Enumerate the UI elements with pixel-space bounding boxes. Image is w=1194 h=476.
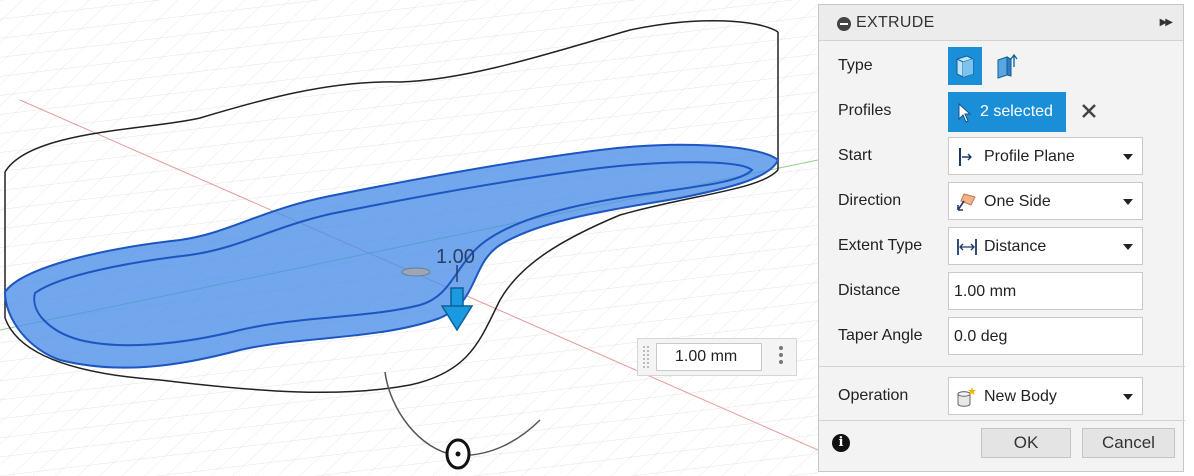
taper-angle-value: 0.0 deg (954, 328, 1008, 345)
start-row: Start Profile Plane (819, 136, 1185, 176)
type-label: Type (838, 57, 873, 74)
operation-value: New Body (984, 388, 1057, 405)
operation-row: Operation New Body (819, 376, 1185, 416)
extent-type-label: Extent Type (838, 237, 923, 254)
operation-label: Operation (838, 387, 909, 404)
type-thin-button[interactable] (989, 47, 1023, 85)
direction-value: One Side (984, 193, 1051, 210)
extent-type-value: Distance (984, 238, 1047, 255)
direction-dropdown[interactable]: One Side (948, 182, 1143, 220)
taper-angle-label: Taper Angle (838, 327, 923, 344)
distance-inline-input[interactable]: 1.00 mm (656, 343, 762, 371)
distance-input[interactable]: 1.00 mm (948, 272, 1143, 310)
chevron-down-icon (1123, 154, 1133, 160)
one-side-icon (957, 193, 976, 211)
collapse-icon[interactable] (837, 17, 851, 31)
more-options-icon[interactable] (770, 343, 792, 371)
start-label: Start (838, 147, 872, 164)
distance-label: Distance (838, 282, 901, 299)
extrude-dialog: EXTRUDE ▶▶ Type Profiles 2 selected Star… (818, 4, 1185, 472)
taper-handle[interactable] (445, 438, 471, 470)
cancel-button[interactable]: Cancel (1082, 428, 1175, 458)
direction-row: Direction One Side (819, 181, 1185, 221)
scene-canvas[interactable]: 1.00 (0, 0, 818, 476)
distance-icon (957, 239, 977, 255)
info-icon[interactable]: i (832, 434, 850, 452)
chevron-down-icon (1123, 244, 1133, 250)
dialog-footer: i OK Cancel (819, 419, 1183, 471)
3d-viewport[interactable]: 1.00 1.00 mm (0, 0, 818, 476)
expand-icon[interactable]: ▶▶ (1160, 17, 1173, 28)
drag-grip[interactable] (642, 345, 650, 369)
solid-extrude-icon (956, 55, 974, 78)
new-body-icon (957, 387, 976, 407)
dimension-label: 1.00 (436, 246, 475, 268)
dialog-header: EXTRUDE ▶▶ (819, 5, 1183, 41)
start-dropdown[interactable]: Profile Plane (948, 137, 1143, 175)
extent-type-dropdown[interactable]: Distance (948, 227, 1143, 265)
origin-marker (401, 267, 431, 277)
distance-manipulator-box: 1.00 mm (637, 338, 797, 376)
profiles-row: Profiles 2 selected (819, 91, 1185, 132)
dialog-title: EXTRUDE (856, 14, 935, 31)
distance-row: Distance 1.00 mm (819, 271, 1185, 311)
direction-label: Direction (838, 192, 902, 209)
profiles-selection-button[interactable]: 2 selected (948, 92, 1066, 132)
thin-extrude-icon (997, 53, 1018, 79)
clear-selection-icon[interactable] (1078, 100, 1100, 122)
section-divider (819, 366, 1185, 367)
type-row: Type (819, 46, 1185, 86)
cursor-arrow-icon (958, 102, 972, 123)
extent-type-row: Extent Type Distance (819, 226, 1185, 266)
ok-button[interactable]: OK (981, 428, 1071, 458)
distance-value: 1.00 mm (954, 283, 1017, 300)
chevron-down-icon (1123, 394, 1133, 400)
taper-angle-input[interactable]: 0.0 deg (948, 317, 1143, 355)
operation-dropdown[interactable]: New Body (948, 377, 1143, 415)
taper-angle-row: Taper Angle 0.0 deg (819, 316, 1185, 356)
type-solid-button[interactable] (948, 47, 982, 85)
profiles-selected-count: 2 selected (980, 103, 1053, 120)
start-value: Profile Plane (984, 148, 1075, 165)
profile-plane-icon (959, 148, 972, 166)
profiles-label: Profiles (838, 102, 892, 119)
chevron-down-icon (1123, 199, 1133, 205)
